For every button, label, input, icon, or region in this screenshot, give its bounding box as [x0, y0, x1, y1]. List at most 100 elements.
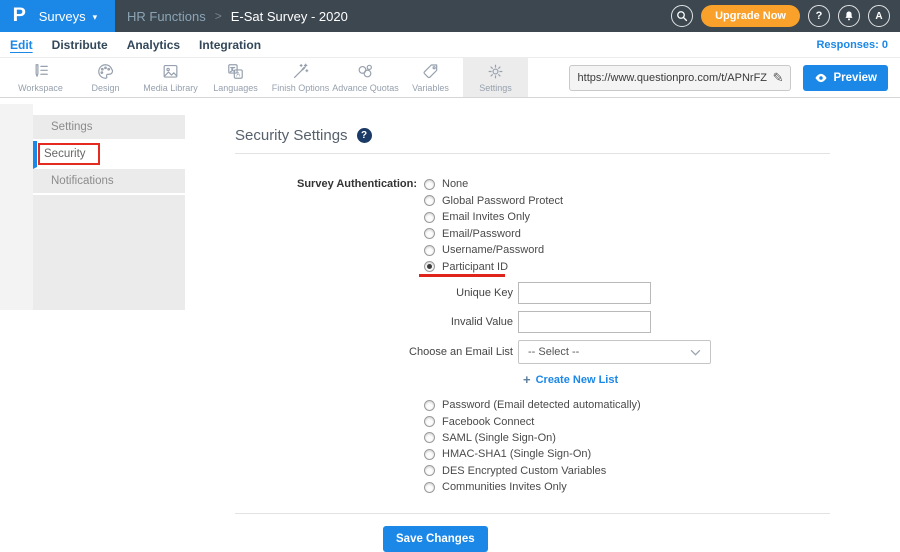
- tab-edit[interactable]: Edit: [10, 38, 33, 52]
- toolbar-item-finish-options[interactable]: Finish Options: [268, 58, 333, 97]
- survey-nav: Edit Distribute Analytics Integration Re…: [0, 32, 900, 58]
- radio-saml-sso[interactable]: SAML (Single Sign-On): [424, 430, 830, 446]
- save-changes-button[interactable]: Save Changes: [383, 526, 488, 552]
- unique-key-label: Unique Key: [235, 287, 518, 299]
- toolbar-item-variables[interactable]: Variables: [398, 58, 463, 97]
- radio-des-encrypted-custom-variables[interactable]: DES Encrypted Custom Variables: [424, 463, 830, 479]
- toolbar-item-advance-quotas[interactable]: Advance Quotas: [333, 58, 398, 97]
- sidebar-item-security[interactable]: Security: [33, 141, 185, 169]
- security-settings-panel: Security Settings ? Survey Authenticatio…: [235, 105, 830, 552]
- plus-icon: +: [523, 372, 531, 387]
- survey-url-input[interactable]: [578, 72, 769, 84]
- edit-url-pencil-icon[interactable]: ✎: [773, 70, 784, 86]
- sidebar-item-notifications[interactable]: Notifications: [33, 169, 185, 195]
- radio-participant-id[interactable]: Participant ID: [424, 259, 563, 276]
- more-auth-options-group: Password (Email detected automatically) …: [424, 397, 830, 495]
- preview-button[interactable]: Preview: [803, 65, 888, 91]
- radio-icon[interactable]: [424, 212, 435, 223]
- toolbar-label: Media Library: [143, 83, 198, 93]
- toolbar-right: ✎ Preview: [569, 58, 900, 97]
- radio-icon[interactable]: [424, 482, 435, 493]
- toolbar-item-design[interactable]: Design: [73, 58, 138, 97]
- toolbar-label: Finish Options: [272, 83, 330, 93]
- radio-label: Participant ID: [442, 261, 508, 273]
- variables-tag-icon: [421, 62, 440, 81]
- radio-password-email-detected[interactable]: Password (Email detected automatically): [424, 397, 830, 413]
- radio-label: Communities Invites Only: [442, 481, 567, 493]
- radio-hmac-sha1-sso[interactable]: HMAC-SHA1 (Single Sign-On): [424, 446, 830, 462]
- toolbar-label: Languages: [213, 83, 258, 93]
- radio-username-password[interactable]: Username/Password: [424, 242, 563, 259]
- radio-icon[interactable]: [424, 400, 435, 411]
- select-value: -- Select --: [528, 346, 579, 358]
- sidebar-margin-strip: [0, 104, 33, 310]
- chevron-down-icon: ▾: [93, 12, 98, 23]
- radio-label: None: [442, 178, 468, 190]
- avatar[interactable]: A: [868, 5, 890, 27]
- responses-count[interactable]: Responses: 0: [816, 39, 900, 51]
- help-question-icon[interactable]: ?: [357, 128, 372, 143]
- help-button[interactable]: ?: [808, 5, 830, 27]
- surveys-menu[interactable]: P Surveys ▾: [0, 0, 115, 32]
- sidebar-item-label: Security: [44, 148, 86, 160]
- toolbar-label: Workspace: [18, 83, 63, 93]
- media-library-icon: [161, 62, 180, 81]
- breadcrumb-separator: >: [215, 9, 222, 23]
- upgrade-now-button[interactable]: Upgrade Now: [701, 5, 800, 27]
- settings-gear-icon: [486, 62, 505, 81]
- languages-icon: A: [226, 62, 245, 81]
- radio-label: HMAC-SHA1 (Single Sign-On): [442, 448, 591, 460]
- radio-icon[interactable]: [424, 465, 435, 476]
- radio-facebook-connect[interactable]: Facebook Connect: [424, 413, 830, 429]
- create-new-list-link[interactable]: + Create New List: [523, 372, 830, 387]
- search-button[interactable]: [671, 5, 693, 27]
- radio-icon[interactable]: [424, 179, 435, 190]
- radio-icon[interactable]: [424, 449, 435, 460]
- survey-authentication-label: Survey Authentication:: [235, 176, 417, 275]
- toolbar-item-workspace[interactable]: Workspace: [8, 58, 73, 97]
- toolbar-item-settings[interactable]: Settings: [463, 58, 528, 97]
- search-icon: [676, 10, 688, 22]
- email-list-select[interactable]: -- Select --: [518, 340, 711, 364]
- tab-integration[interactable]: Integration: [199, 38, 261, 52]
- divider: [235, 513, 830, 514]
- radio-icon[interactable]: [424, 195, 435, 206]
- settings-sidebar: Settings Security Notifications: [33, 115, 185, 310]
- radio-icon[interactable]: [424, 228, 435, 239]
- toolbar-item-media-library[interactable]: Media Library: [138, 58, 203, 97]
- radio-label: Password (Email detected automatically): [442, 399, 641, 411]
- radio-label: Email Invites Only: [442, 211, 530, 223]
- sidebar-item-settings[interactable]: Settings: [33, 115, 185, 141]
- radio-label: Facebook Connect: [442, 416, 534, 428]
- annotation-red-underline: [419, 274, 505, 277]
- radio-global-password-protect[interactable]: Global Password Protect: [424, 193, 563, 210]
- annotation-red-box: Security: [38, 143, 100, 165]
- page-title: Security Settings: [235, 127, 348, 144]
- breadcrumb-folder[interactable]: HR Functions: [127, 9, 206, 24]
- toolbar-label: Variables: [412, 83, 449, 93]
- toolbar-label: Design: [91, 83, 119, 93]
- radio-icon[interactable]: [424, 245, 435, 256]
- radio-email-invites-only[interactable]: Email Invites Only: [424, 209, 563, 226]
- topbar-actions: Upgrade Now ? A: [671, 5, 900, 27]
- invalid-value-input[interactable]: [518, 311, 651, 333]
- workspace-icon: [31, 62, 50, 81]
- radio-icon[interactable]: [424, 432, 435, 443]
- radio-none[interactable]: None: [424, 176, 563, 193]
- radio-icon[interactable]: [424, 416, 435, 427]
- survey-url-box[interactable]: ✎: [569, 65, 791, 91]
- design-palette-icon: [96, 62, 115, 81]
- radio-label: DES Encrypted Custom Variables: [442, 465, 606, 477]
- radio-label: Global Password Protect: [442, 195, 563, 207]
- tab-analytics[interactable]: Analytics: [127, 38, 180, 52]
- preview-label: Preview: [834, 72, 877, 84]
- radio-selected-icon[interactable]: [424, 261, 435, 272]
- radio-communities-invites-only[interactable]: Communities Invites Only: [424, 479, 830, 495]
- chevron-down-icon: [690, 349, 701, 356]
- finish-options-wand-icon: [291, 62, 310, 81]
- tab-distribute[interactable]: Distribute: [52, 38, 108, 52]
- radio-email-password[interactable]: Email/Password: [424, 226, 563, 243]
- toolbar-item-languages[interactable]: A Languages: [203, 58, 268, 97]
- notifications-button[interactable]: [838, 5, 860, 27]
- unique-key-input[interactable]: [518, 282, 651, 304]
